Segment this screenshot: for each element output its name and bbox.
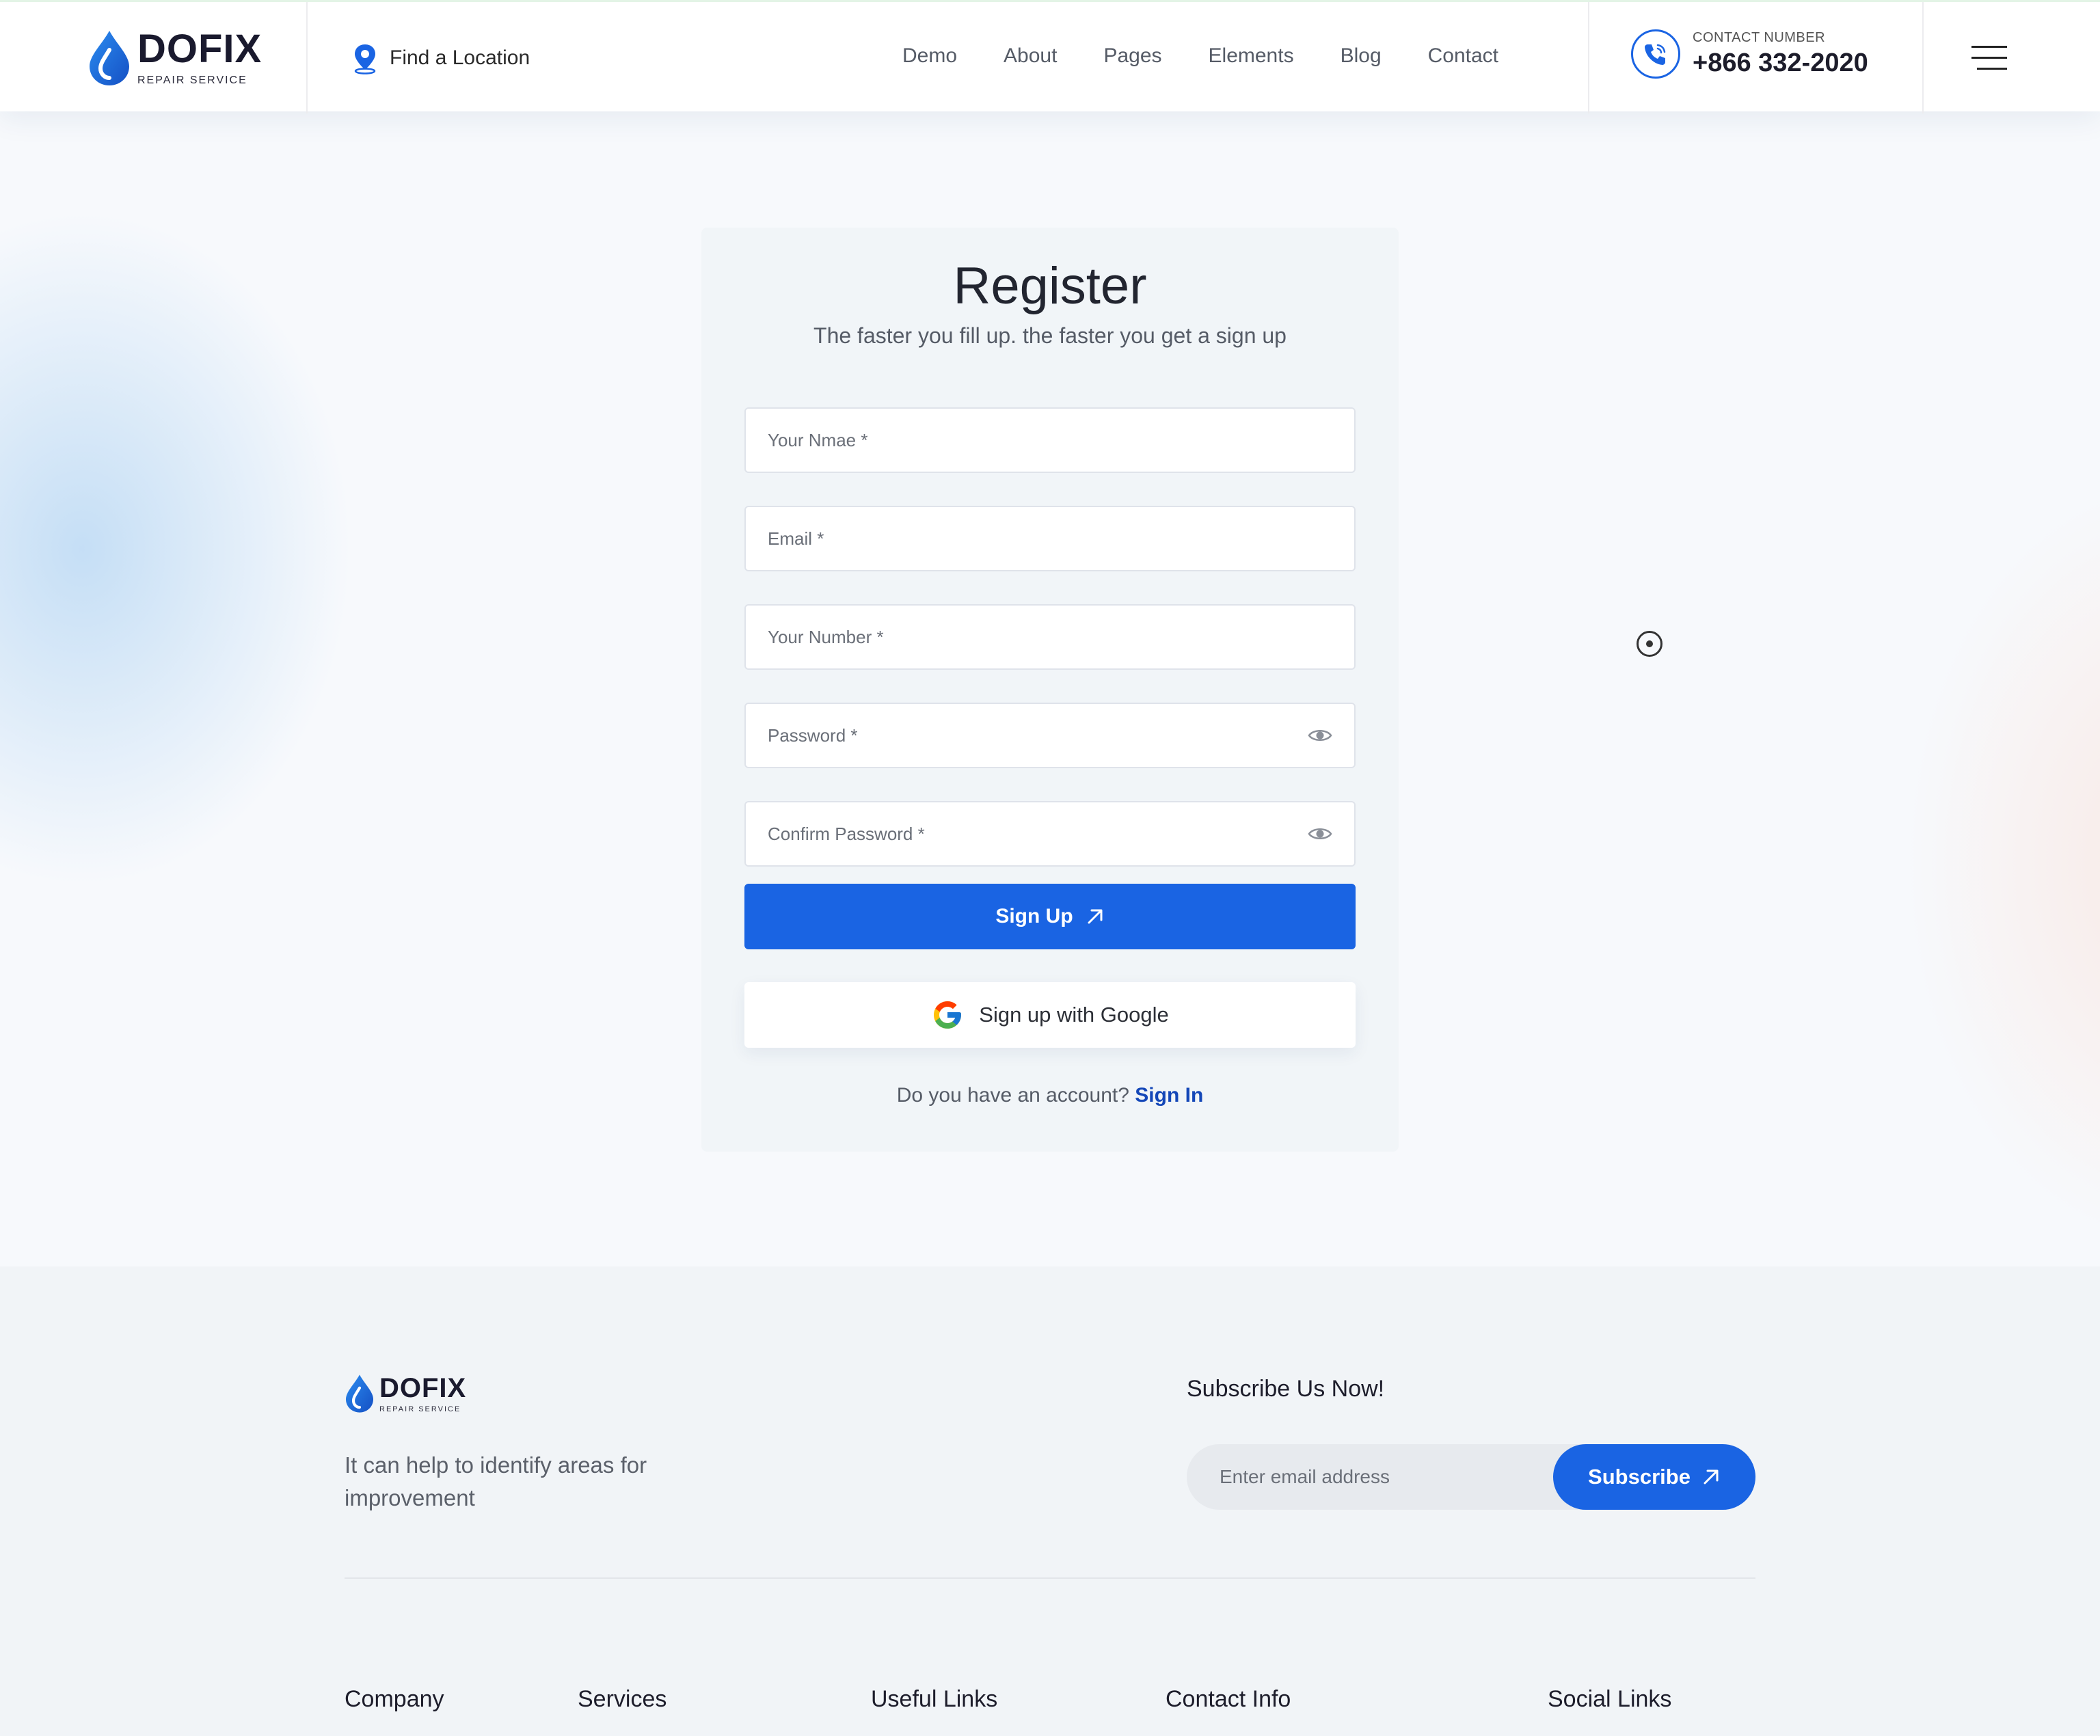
email-field xyxy=(744,506,1356,571)
number-field xyxy=(744,604,1356,670)
nav-item-about[interactable]: About xyxy=(1004,44,1057,68)
menu-icon[interactable] xyxy=(1971,46,2007,79)
google-signup-button[interactable]: Sign up with Google xyxy=(744,982,1356,1048)
footer-logo[interactable]: DOFIX REPAIR SERVICE xyxy=(344,1374,466,1413)
subscribe-form: Subscribe xyxy=(1187,1444,1755,1510)
phone-call-icon xyxy=(1631,29,1680,79)
find-location-label: Find a Location xyxy=(390,46,530,69)
site-footer: DOFIX REPAIR SERVICE It can help to iden… xyxy=(0,1266,2100,1736)
logo-name: DOFIX xyxy=(137,27,262,71)
nav-item-elements[interactable]: Elements xyxy=(1209,44,1294,68)
footer-logo-tagline: REPAIR SERVICE xyxy=(379,1405,461,1413)
logo-tagline: REPAIR SERVICE xyxy=(137,74,247,86)
confirm-password-input[interactable] xyxy=(768,823,1308,845)
sign-up-label: Sign Up xyxy=(995,905,1073,927)
header-divider xyxy=(306,2,308,113)
cursor-indicator-icon xyxy=(1637,631,1662,657)
subscribe-title: Subscribe Us Now! xyxy=(1187,1376,1385,1402)
footer-col-social-links: Social Links xyxy=(1548,1686,1672,1712)
footer-col-company: Company xyxy=(345,1686,444,1712)
account-prompt-text: Do you have an account? xyxy=(896,1084,1129,1107)
nav-item-contact[interactable]: Contact xyxy=(1428,44,1498,68)
account-prompt: Do you have an account? Sign In xyxy=(701,1084,1399,1107)
header-divider xyxy=(1922,2,1924,113)
name-field xyxy=(744,407,1356,473)
subscribe-email-input[interactable] xyxy=(1220,1466,1548,1488)
footer-divider xyxy=(345,1577,1755,1579)
footer-col-services: Services xyxy=(578,1686,667,1712)
email-input[interactable] xyxy=(768,528,1332,550)
footer-col-useful-links: Useful Links xyxy=(871,1686,998,1712)
footer-logo-name: DOFIX xyxy=(379,1372,467,1403)
map-pin-icon xyxy=(354,44,376,74)
register-card: Register The faster you fill up. the fas… xyxy=(701,228,1399,1152)
water-drop-icon xyxy=(345,1374,374,1413)
password-field xyxy=(744,703,1356,768)
arrow-up-right-icon xyxy=(1704,1469,1719,1484)
sign-in-link[interactable]: Sign In xyxy=(1135,1084,1203,1107)
subscribe-label: Subscribe xyxy=(1588,1465,1691,1489)
nav-item-demo[interactable]: Demo xyxy=(902,44,957,68)
site-header: DOFIX REPAIR SERVICE Find a Location Dem… xyxy=(0,0,2100,113)
register-title: Register xyxy=(953,257,1147,315)
eye-icon[interactable] xyxy=(1308,727,1332,744)
subscribe-button[interactable]: Subscribe xyxy=(1553,1444,1755,1510)
water-drop-icon xyxy=(90,31,129,85)
google-icon xyxy=(934,1001,962,1029)
main-nav: Demo About Pages Elements Blog Contact xyxy=(902,44,1498,68)
contact-label: CONTACT NUMBER xyxy=(1693,30,1826,45)
eye-icon[interactable] xyxy=(1308,825,1332,843)
confirm-password-field xyxy=(744,801,1356,867)
nav-item-pages[interactable]: Pages xyxy=(1103,44,1161,68)
brand-logo[interactable]: DOFIX REPAIR SERVICE xyxy=(87,29,262,87)
header-divider xyxy=(1588,2,1589,113)
contact-block[interactable]: CONTACT NUMBER +866 332-2020 xyxy=(1631,29,1868,79)
google-signup-label: Sign up with Google xyxy=(979,1003,1169,1027)
arrow-up-right-icon xyxy=(1088,909,1103,924)
sign-up-button[interactable]: Sign Up xyxy=(744,884,1356,949)
nav-item-blog[interactable]: Blog xyxy=(1341,44,1382,68)
number-input[interactable] xyxy=(768,626,1332,648)
footer-description: It can help to identify areas for improv… xyxy=(345,1452,647,1510)
find-location-link[interactable]: Find a Location xyxy=(350,42,530,74)
register-subtitle: The faster you fill up. the faster you g… xyxy=(813,323,1287,348)
password-input[interactable] xyxy=(768,724,1308,746)
footer-col-contact-info: Contact Info xyxy=(1166,1686,1291,1712)
contact-number[interactable]: +866 332-2020 xyxy=(1693,49,1868,78)
name-input[interactable] xyxy=(768,429,1332,451)
